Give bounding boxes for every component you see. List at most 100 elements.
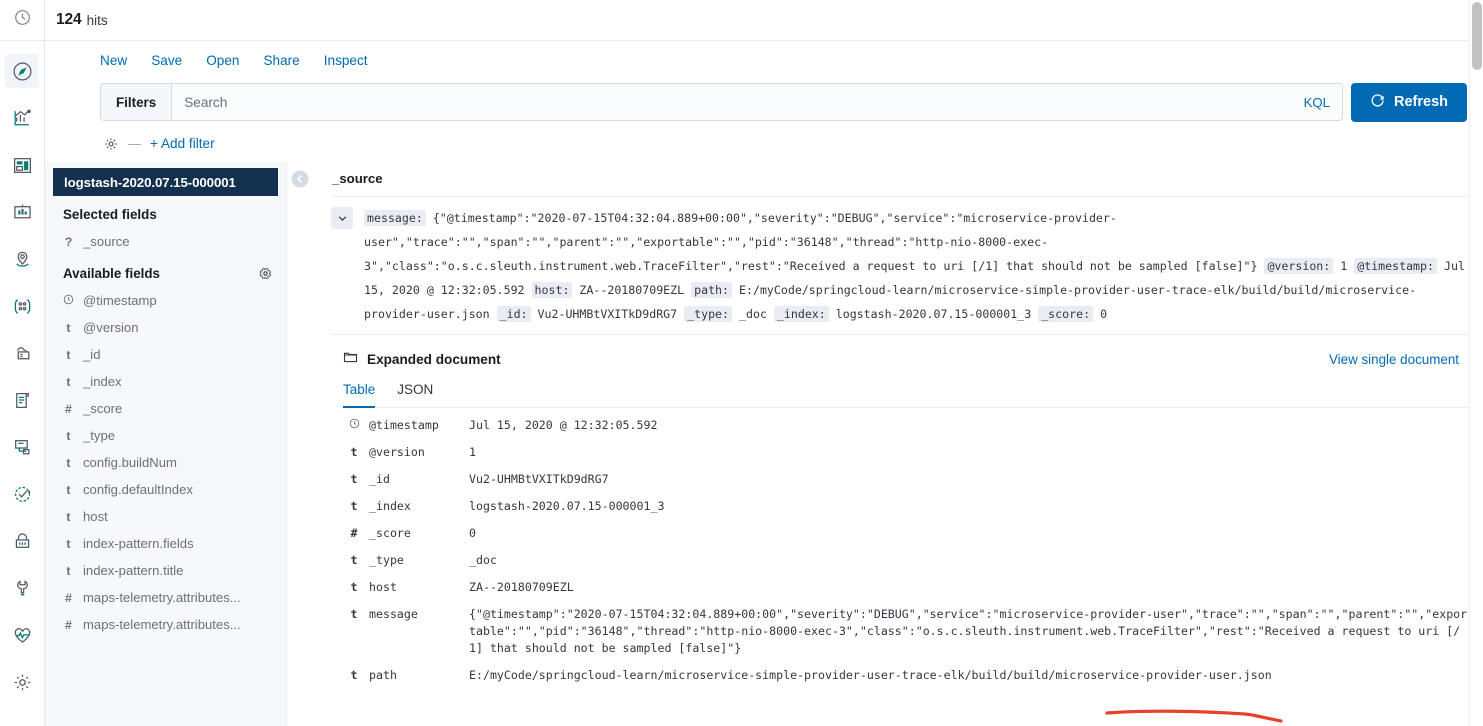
field-item-source[interactable]: ? _source [53,228,278,255]
source-key-message: message: [364,210,426,226]
collapse-sidebar-icon[interactable] [291,170,309,188]
query-language-button[interactable]: KQL [1296,84,1342,120]
sidebar-item-monitoring[interactable] [5,618,39,652]
field-item-host[interactable]: t host [53,503,278,530]
scrollbar-thumb[interactable] [1472,2,1482,70]
recently-viewed-button[interactable] [0,0,45,41]
menu-share[interactable]: Share [263,53,299,68]
field-item-type[interactable]: t _type [53,422,278,449]
filter-options-gear-icon[interactable] [103,136,119,152]
clock-icon [14,9,31,31]
field-item-version[interactable]: t @version [53,314,278,341]
document-field-table: @timestamp Jul 15, 2020 @ 12:32:05.592 t… [343,412,1473,689]
sidebar-item-infrastructure[interactable] [5,336,39,370]
table-row[interactable]: t _index logstash-2020.07.15-000001_3 [343,493,1473,520]
field-name-cell: _score [369,526,411,540]
sidebar-item-logs[interactable] [5,383,39,417]
top-nav-menu: New Save Open Share Inspect [45,41,1483,79]
sidebar-item-visualize[interactable] [5,101,39,135]
global-nav-rail [0,0,45,726]
uptime-icon [12,484,33,505]
field-type-cell: t [350,553,358,567]
sidebar-item-machine-learning[interactable] [5,289,39,323]
menu-save[interactable]: Save [151,53,182,68]
field-value-cell: Vu2-UHMBtVXITkD9dRG7 [469,472,609,486]
field-type-icon: t [66,563,71,578]
query-input-wrapper: Filters KQL [100,83,1343,121]
field-type-cell: t [350,445,358,459]
infrastructure-icon [12,343,33,364]
sidebar-item-discover[interactable] [5,54,39,88]
field-name: maps-telemetry.attributes... [83,617,241,632]
sidebar-item-security[interactable] [5,524,39,558]
field-value-cell: 0 [469,526,476,540]
field-name: host [83,509,108,524]
visualize-icon [12,108,33,129]
maps-icon [12,249,33,270]
table-row[interactable]: t @version 1 [343,439,1473,466]
source-value-host: ZA--20180709EZL [579,283,685,297]
document-inner: _source message: {"@timestamp":"2020-07-… [287,162,1483,689]
selected-fields-header: Selected fields [53,196,278,228]
field-name: @version [83,320,139,335]
field-item-maps-telemetry-2[interactable]: # maps-telemetry.attributes... [53,611,278,638]
field-value-cell: Jul 15, 2020 @ 12:32:05.592 [469,418,658,432]
refresh-icon [1370,93,1385,112]
field-item-config-defaultindex[interactable]: t config.defaultIndex [53,476,278,503]
sidebar-item-uptime[interactable] [5,477,39,511]
sidebar-item-maps[interactable] [5,242,39,276]
field-type-cell: t [350,472,358,486]
field-item-score[interactable]: # _score [53,395,278,422]
field-settings-gear-icon[interactable] [259,267,272,280]
table-row[interactable]: # _score 0 [343,520,1473,547]
table-row[interactable]: t path E:/myCode/springcloud-learn/micro… [343,662,1473,689]
field-item-maps-telemetry-1[interactable]: # maps-telemetry.attributes... [53,584,278,611]
field-item-config-buildnum[interactable]: t config.buildNum [53,449,278,476]
index-pattern-selector[interactable]: logstash-2020.07.15-000001 [53,168,278,196]
sidebar-item-management[interactable] [5,665,39,699]
view-single-document-link[interactable]: View single document [1329,352,1469,367]
search-input[interactable] [172,84,1296,120]
menu-inspect[interactable]: Inspect [324,53,368,68]
field-type-icon: t [66,320,71,335]
field-name: maps-telemetry.attributes... [83,590,241,605]
tab-table[interactable]: Table [343,380,376,408]
tab-json[interactable]: JSON [397,380,433,408]
filters-button[interactable]: Filters [101,84,173,120]
field-name: _score [83,401,123,416]
field-name-cell: path [369,668,397,682]
vertical-scrollbar[interactable] [1469,0,1483,726]
table-row[interactable]: t message {"@timestamp":"2020-07-15T04:3… [343,601,1473,662]
source-key-id: _id: [496,306,531,322]
table-row[interactable]: t host ZA--20180709EZL [343,574,1473,601]
source-key-path: path: [691,282,733,298]
field-item-index[interactable]: t _index [53,368,278,395]
field-name-cell: @version [369,445,425,459]
field-name: index-pattern.title [83,563,184,578]
field-item-index-pattern-fields[interactable]: t index-pattern.fields [53,530,278,557]
expand-row-toggle-icon[interactable] [331,207,353,229]
sidebar-item-canvas[interactable] [5,195,39,229]
menu-new[interactable]: New [100,53,127,68]
field-type-cell: # [350,526,358,540]
dashboard-icon [12,155,33,176]
sidebar-item-apm[interactable] [5,430,39,464]
source-key-score: _score: [1038,306,1094,322]
field-item-timestamp[interactable]: @timestamp [53,287,278,314]
field-item-id[interactable]: t _id [53,341,278,368]
table-row[interactable]: t _id Vu2-UHMBtVXITkD9dRG7 [343,466,1473,493]
menu-open[interactable]: Open [206,53,239,68]
source-key-host: host: [531,282,573,298]
field-item-index-pattern-title[interactable]: t index-pattern.title [53,557,278,584]
field-value-cell: 1 [469,445,476,459]
source-value-message: {"@timestamp":"2020-07-15T04:32:04.889+0… [364,211,1258,273]
sidebar-item-dev-tools[interactable] [5,571,39,605]
table-row[interactable]: @timestamp Jul 15, 2020 @ 12:32:05.592 [343,412,1473,439]
table-row[interactable]: t _type _doc [343,547,1473,574]
field-type-icon: t [66,347,71,362]
add-filter-button[interactable]: + Add filter [150,136,215,151]
source-value-index: logstash-2020.07.15-000001_3 [835,307,1032,321]
sidebar-item-dashboard[interactable] [5,148,39,182]
source-key-type: _type: [684,306,733,322]
refresh-button[interactable]: Refresh [1351,82,1467,122]
